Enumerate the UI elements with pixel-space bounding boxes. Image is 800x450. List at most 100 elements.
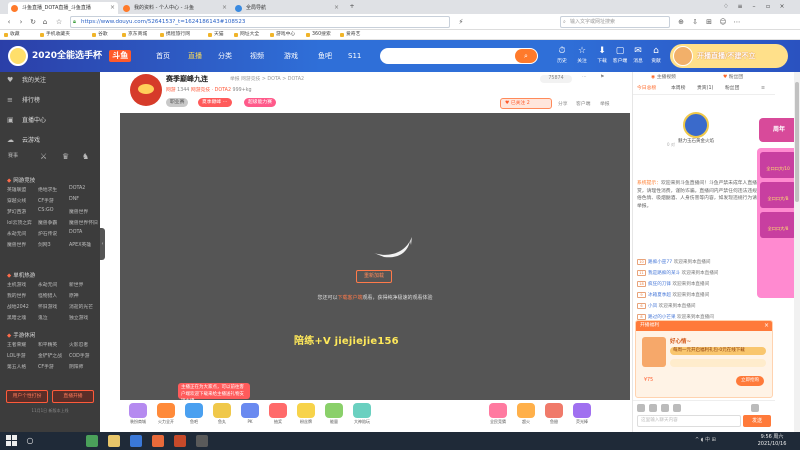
download-client-link[interactable]: 下载客户端 xyxy=(337,295,362,301)
knight-icon[interactable]: ♞ xyxy=(82,152,89,161)
bookmark-item[interactable]: 游戏中心 xyxy=(270,31,295,39)
gift-item[interactable]: 能量 xyxy=(322,403,346,429)
sidebar-category-link[interactable]: 魔兽争霸 xyxy=(38,219,57,226)
message-button[interactable]: ✉ 消息 xyxy=(628,44,648,70)
bookmark-item[interactable]: 天猫 xyxy=(208,31,224,39)
sidebar-category-link[interactable]: 战地2042 xyxy=(7,303,29,310)
room-tag[interactable]: 超级能力赛 xyxy=(244,98,276,107)
nav-home[interactable]: 首页 xyxy=(156,50,170,62)
browser-tab-nav[interactable]: 全局导航 × xyxy=(232,2,342,14)
sidebar-category-link[interactable]: 绝地求生 xyxy=(38,186,57,193)
nav-yuba[interactable]: 鱼吧 xyxy=(318,50,332,62)
bolt-icon[interactable]: ⚡ xyxy=(456,17,466,27)
tab-fans[interactable]: 粉丝团 xyxy=(725,84,739,94)
sidebar-category-link[interactable]: 独立游戏 xyxy=(69,314,88,321)
chat-username[interactable]: 疯狂的刀锋 xyxy=(648,282,671,287)
sidebar-category-link[interactable]: APEX英雄 xyxy=(69,241,91,248)
nav-s11[interactable]: S11 xyxy=(348,50,361,62)
page-scrollbar[interactable] xyxy=(794,72,800,432)
gift-item[interactable]: 全民竞猜 xyxy=(486,403,510,429)
fan-club-link[interactable]: ♥ 粉丝团 xyxy=(723,73,743,82)
sidebar-category-link[interactable]: 原神 xyxy=(69,292,79,299)
close-tab-icon[interactable]: × xyxy=(222,2,227,14)
report-icon[interactable]: ⚑ xyxy=(600,75,604,80)
sidebar-category-link[interactable]: 魔兽世界怀旧 xyxy=(69,219,98,226)
extension-icon[interactable]: ⊕ xyxy=(676,17,686,27)
emoji-icon[interactable] xyxy=(637,404,645,412)
browser-tab-profile[interactable]: 我的资料 - 个人中心 - 斗鱼 × xyxy=(120,2,230,14)
promo-buy-button[interactable]: 立即抢购 xyxy=(736,376,764,386)
skin-icon[interactable]: ♢ xyxy=(720,1,732,12)
chat-message[interactable]: 8 路过的小芒果 欢迎来到本直播间 xyxy=(637,313,771,322)
bookmark-item[interactable]: 手机收藏夹 xyxy=(40,31,70,39)
sidebar-category-link[interactable]: LOL手游 xyxy=(7,352,26,359)
windows-start-icon[interactable] xyxy=(6,435,18,447)
tab-week-rank[interactable]: 本周榜 xyxy=(671,84,685,94)
gift-item[interactable]: 鱼翅 xyxy=(542,403,566,429)
sidebar-category-link[interactable]: 金铲铲之战 xyxy=(38,352,62,359)
forward-icon[interactable]: › xyxy=(16,17,26,27)
chat-message[interactable]: 18 疯狂的刀锋 欢迎来到本直播间 xyxy=(637,280,771,289)
chat-username[interactable]: 路过的小芒果 xyxy=(648,315,676,320)
bookmark-item[interactable]: 携程旅行网 xyxy=(160,31,190,39)
promo-popup[interactable]: 开播福利 × 好心情~ 每周一元开启福利礼包·0元在线下载 ¥75 立即抢购 xyxy=(635,320,773,398)
bookmark-item[interactable]: 网址大全 xyxy=(234,31,259,39)
video-player[interactable]: 重新加载 您还可以下载客户端观看，获得纯净极速的观看体验 陪练+V jiejie… xyxy=(120,113,630,404)
nav-live[interactable]: 直播 xyxy=(188,50,202,62)
top-rank-card[interactable]: 魅力玉石黄金火焰 0 对 xyxy=(667,112,719,156)
sidebar-category-link[interactable]: 永劫无间 xyxy=(7,230,26,237)
taskbar-app-icon[interactable] xyxy=(108,435,120,447)
sidebar-category-link[interactable]: 主机游戏 xyxy=(7,281,26,288)
chat-username[interactable]: 冰箱夏季超 xyxy=(648,293,671,298)
gift-item[interactable]: 装扮商城 xyxy=(126,403,150,429)
sidebar-category-link[interactable]: DOTA xyxy=(69,230,82,235)
taskbar-clock[interactable]: 9:56 周六 2021/10/16 xyxy=(752,434,792,448)
user-icon[interactable]: ☺ xyxy=(718,17,728,27)
room-tag[interactable]: 夏季巅峰 ⋯ xyxy=(198,98,232,107)
web-search-field[interactable]: ⌕ 输入文字或网址搜索 xyxy=(560,16,670,28)
anniversary-badge[interactable]: 周年 xyxy=(759,118,799,142)
gift-item[interactable]: 超火 xyxy=(514,403,538,429)
more-icon[interactable]: ⋯ xyxy=(732,17,742,27)
download-button[interactable]: ⬇ 下载 xyxy=(592,44,612,70)
user-dressup-button[interactable]: 用户个性打扮 xyxy=(6,390,48,403)
retry-button[interactable]: 重新加载 xyxy=(356,270,392,283)
report-button[interactable]: 举报 xyxy=(600,100,610,107)
scroll-thumb[interactable] xyxy=(795,82,799,202)
chat-message[interactable]: 10 路痴小巫77 欢迎来到本直播间 xyxy=(637,258,771,267)
close-icon[interactable]: × xyxy=(764,321,769,331)
gift-item[interactable]: 粉丝牌 xyxy=(294,403,318,429)
swords-icon[interactable]: ⚔ xyxy=(40,152,47,161)
sidebar-category-link[interactable]: 魔兽世界 xyxy=(7,241,26,248)
sidebar-category-link[interactable]: DOTA2 xyxy=(69,186,85,191)
sidebar-category-link[interactable]: 英雄联盟 xyxy=(7,186,26,193)
sidebar-category-link[interactable]: 黑暗之魂 xyxy=(7,314,26,321)
sidebar-category-link[interactable]: CF手游 xyxy=(38,363,54,370)
sidebar-category-link[interactable]: 魔兽世界 xyxy=(69,208,88,215)
gift-item[interactable]: 鱼吧 xyxy=(182,403,206,429)
sidebar-collapse-handle[interactable]: ‹ xyxy=(100,228,105,260)
sidebar-category-link[interactable]: 怪物猎人 xyxy=(38,292,57,299)
tab-menu-icon[interactable]: ≡ xyxy=(761,84,765,94)
gift-item[interactable]: 火力全开 xyxy=(154,403,178,429)
fans-badge-icon[interactable] xyxy=(661,404,669,412)
open-live-banner[interactable]: 开播直播/不建不立 xyxy=(670,44,788,68)
chat-username[interactable]: 我是路痴的某斗 xyxy=(648,271,680,276)
chat-input[interactable]: 这里输入聊天内容 xyxy=(637,415,741,427)
activity-card[interactable]: 全口口大/B xyxy=(760,182,796,208)
sidebar-category-link[interactable]: 火影忍者 xyxy=(69,341,88,348)
tab-vip[interactable]: 贵宾(1) xyxy=(697,84,713,94)
gift-item[interactable]: 鱼丸 xyxy=(210,403,234,429)
nav-category[interactable]: 分类 xyxy=(218,50,232,62)
nav-video[interactable]: 视频 xyxy=(250,50,264,62)
sidebar-category-link[interactable]: 和平精英 xyxy=(38,341,57,348)
noble-icon[interactable] xyxy=(673,404,681,412)
gift-tip-popup[interactable]: 主播正在为大家点，可以前往客户端欢迎下载来给主播送礼物支持主播 xyxy=(178,383,250,404)
new-tab-button[interactable]: + xyxy=(346,1,358,12)
bookmark-item[interactable]: 收藏 xyxy=(4,31,20,39)
activity-card[interactable]: 全口口大/8 xyxy=(760,212,796,238)
gift-item[interactable]: PK xyxy=(238,403,262,429)
gift-item[interactable]: 抽奖 xyxy=(266,403,290,429)
bookmark-item[interactable]: 谷歌 xyxy=(92,31,108,39)
share-button[interactable]: 分享 xyxy=(558,100,568,107)
